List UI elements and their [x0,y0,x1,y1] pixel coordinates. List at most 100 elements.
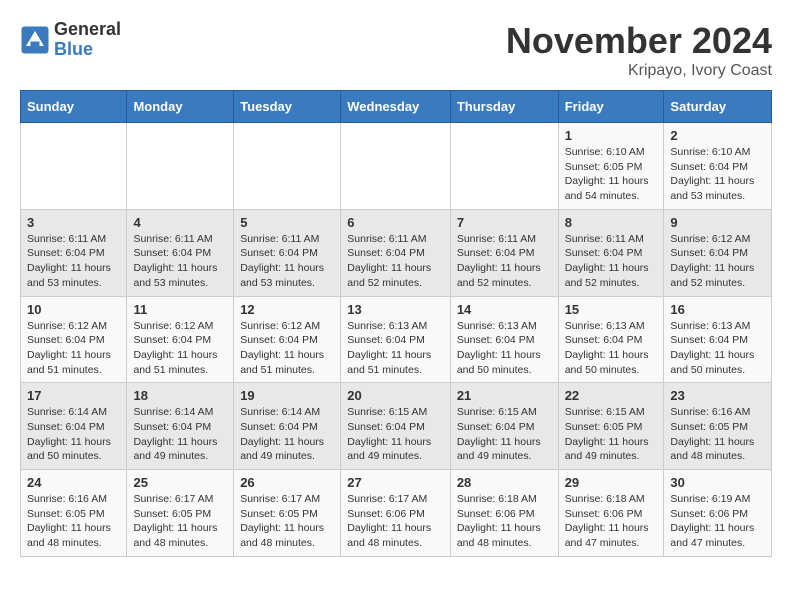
day-detail: Sunrise: 6:11 AM Sunset: 6:04 PM Dayligh… [565,232,658,291]
calendar-body: 1Sunrise: 6:10 AM Sunset: 6:05 PM Daylig… [21,123,772,557]
calendar-cell: 19 Sunrise: 6:14 AM Sunset: 6:04 PM Dayli… [234,383,341,470]
calendar-cell: 17 Sunrise: 6:14 AM Sunset: 6:04 PM Dayli… [21,383,127,470]
day-detail: Sunrise: 6:13 AM Sunset: 6:04 PM Dayligh… [347,319,444,378]
day-number: 7 [457,215,552,230]
calendar-cell: 15Sunrise: 6:13 AM Sunset: 6:04 PM Dayli… [558,296,664,383]
day-detail: Sunrise: 6:18 AM Sunset: 6:06 PM Dayligh… [565,492,658,551]
day-number: 25 [133,475,227,490]
day-number: 12 [240,302,334,317]
header-monday: Monday [127,91,234,123]
day-number: 5 [240,215,334,230]
day-detail: Sunrise: 6:14 AM Sunset: 6:04 PM Dayligh… [27,405,120,464]
logo-icon [20,25,50,55]
day-number: 24 [27,475,120,490]
day-number: 26 [240,475,334,490]
calendar-cell: 7 Sunrise: 6:11 AM Sunset: 6:04 PM Daylig… [450,209,558,296]
day-detail: Sunrise: 6:17 AM Sunset: 6:05 PM Dayligh… [133,492,227,551]
title-section: November 2024 Kripayo, Ivory Coast [506,20,772,80]
week-row: 17 Sunrise: 6:14 AM Sunset: 6:04 PM Dayli… [21,383,772,470]
day-detail: Sunrise: 6:10 AM Sunset: 6:04 PM Dayligh… [670,145,765,204]
calendar-cell: 21Sunrise: 6:15 AM Sunset: 6:04 PM Dayli… [450,383,558,470]
header-friday: Friday [558,91,664,123]
day-detail: Sunrise: 6:12 AM Sunset: 6:04 PM Dayligh… [240,319,334,378]
calendar-cell: 25 Sunrise: 6:17 AM Sunset: 6:05 PM Dayli… [127,470,234,557]
day-detail: Sunrise: 6:15 AM Sunset: 6:05 PM Dayligh… [565,405,658,464]
day-number: 27 [347,475,444,490]
day-number: 9 [670,215,765,230]
day-detail: Sunrise: 6:18 AM Sunset: 6:06 PM Dayligh… [457,492,552,551]
day-number: 4 [133,215,227,230]
calendar-cell: 2Sunrise: 6:10 AM Sunset: 6:04 PM Daylig… [664,123,772,210]
day-detail: Sunrise: 6:12 AM Sunset: 6:04 PM Dayligh… [670,232,765,291]
calendar-cell: 22 Sunrise: 6:15 AM Sunset: 6:05 PM Dayli… [558,383,664,470]
day-detail: Sunrise: 6:11 AM Sunset: 6:04 PM Dayligh… [27,232,120,291]
day-detail: Sunrise: 6:11 AM Sunset: 6:04 PM Dayligh… [133,232,227,291]
day-detail: Sunrise: 6:14 AM Sunset: 6:04 PM Dayligh… [133,405,227,464]
day-number: 28 [457,475,552,490]
calendar-cell: 4 Sunrise: 6:11 AM Sunset: 6:04 PM Daylig… [127,209,234,296]
calendar-cell: 13 Sunrise: 6:13 AM Sunset: 6:04 PM Dayli… [341,296,451,383]
day-number: 22 [565,388,658,403]
calendar-cell: 18Sunrise: 6:14 AM Sunset: 6:04 PM Dayli… [127,383,234,470]
week-row: 1Sunrise: 6:10 AM Sunset: 6:05 PM Daylig… [21,123,772,210]
day-number: 17 [27,388,120,403]
page-header: General Blue November 2024 Kripayo, Ivor… [20,20,772,80]
calendar-cell: 12 Sunrise: 6:12 AM Sunset: 6:04 PM Dayli… [234,296,341,383]
header-sunday: Sunday [21,91,127,123]
day-number: 13 [347,302,444,317]
day-detail: Sunrise: 6:12 AM Sunset: 6:04 PM Dayligh… [27,319,120,378]
day-detail: Sunrise: 6:13 AM Sunset: 6:04 PM Dayligh… [565,319,658,378]
day-number: 11 [133,302,227,317]
day-detail: Sunrise: 6:16 AM Sunset: 6:05 PM Dayligh… [670,405,765,464]
calendar-cell: 28 Sunrise: 6:18 AM Sunset: 6:06 PM Dayli… [450,470,558,557]
calendar-cell: 9 Sunrise: 6:12 AM Sunset: 6:04 PM Daylig… [664,209,772,296]
day-detail: Sunrise: 6:17 AM Sunset: 6:06 PM Dayligh… [347,492,444,551]
calendar-cell: 10 Sunrise: 6:12 AM Sunset: 6:04 PM Dayli… [21,296,127,383]
day-number: 19 [240,388,334,403]
logo: General Blue [20,20,121,60]
day-number: 16 [670,302,765,317]
day-number: 3 [27,215,120,230]
calendar-cell: 11 Sunrise: 6:12 AM Sunset: 6:04 PM Dayli… [127,296,234,383]
day-detail: Sunrise: 6:16 AM Sunset: 6:05 PM Dayligh… [27,492,120,551]
calendar-cell: 30Sunrise: 6:19 AM Sunset: 6:06 PM Dayli… [664,470,772,557]
calendar-cell: 26Sunrise: 6:17 AM Sunset: 6:05 PM Dayli… [234,470,341,557]
day-number: 21 [457,388,552,403]
day-detail: Sunrise: 6:11 AM Sunset: 6:04 PM Dayligh… [240,232,334,291]
calendar-cell [341,123,451,210]
header-row: SundayMondayTuesdayWednesdayThursdayFrid… [21,91,772,123]
day-detail: Sunrise: 6:10 AM Sunset: 6:05 PM Dayligh… [565,145,658,204]
day-detail: Sunrise: 6:13 AM Sunset: 6:04 PM Dayligh… [670,319,765,378]
day-number: 8 [565,215,658,230]
day-number: 30 [670,475,765,490]
calendar-cell: 1Sunrise: 6:10 AM Sunset: 6:05 PM Daylig… [558,123,664,210]
header-thursday: Thursday [450,91,558,123]
week-row: 24 Sunrise: 6:16 AM Sunset: 6:05 PM Dayli… [21,470,772,557]
location: Kripayo, Ivory Coast [506,62,772,80]
calendar-cell: 24 Sunrise: 6:16 AM Sunset: 6:05 PM Dayli… [21,470,127,557]
calendar-cell: 3 Sunrise: 6:11 AM Sunset: 6:04 PM Daylig… [21,209,127,296]
calendar-cell [234,123,341,210]
calendar-table: SundayMondayTuesdayWednesdayThursdayFrid… [20,90,772,557]
day-detail: Sunrise: 6:12 AM Sunset: 6:04 PM Dayligh… [133,319,227,378]
day-number: 10 [27,302,120,317]
calendar-cell [21,123,127,210]
day-detail: Sunrise: 6:11 AM Sunset: 6:04 PM Dayligh… [457,232,552,291]
week-row: 3 Sunrise: 6:11 AM Sunset: 6:04 PM Daylig… [21,209,772,296]
calendar-header: SundayMondayTuesdayWednesdayThursdayFrid… [21,91,772,123]
calendar-cell: 16 Sunrise: 6:13 AM Sunset: 6:04 PM Dayli… [664,296,772,383]
day-number: 23 [670,388,765,403]
day-detail: Sunrise: 6:15 AM Sunset: 6:04 PM Dayligh… [347,405,444,464]
day-detail: Sunrise: 6:14 AM Sunset: 6:04 PM Dayligh… [240,405,334,464]
day-number: 6 [347,215,444,230]
calendar-cell: 5 Sunrise: 6:11 AM Sunset: 6:04 PM Daylig… [234,209,341,296]
calendar-cell [450,123,558,210]
day-detail: Sunrise: 6:13 AM Sunset: 6:04 PM Dayligh… [457,319,552,378]
calendar-cell: 8 Sunrise: 6:11 AM Sunset: 6:04 PM Daylig… [558,209,664,296]
calendar-cell: 20Sunrise: 6:15 AM Sunset: 6:04 PM Dayli… [341,383,451,470]
logo-blue: Blue [54,40,121,60]
calendar-cell: 23 Sunrise: 6:16 AM Sunset: 6:05 PM Dayli… [664,383,772,470]
logo-general: General [54,20,121,40]
calendar-cell: 6Sunrise: 6:11 AM Sunset: 6:04 PM Daylig… [341,209,451,296]
calendar-cell [127,123,234,210]
